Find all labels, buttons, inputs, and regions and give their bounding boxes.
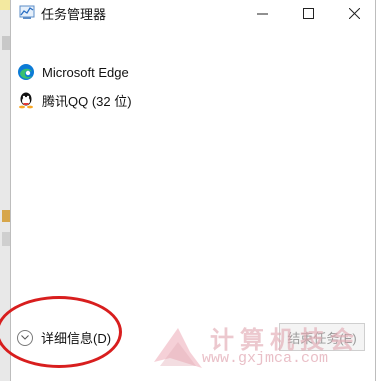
window-title: 任务管理器 bbox=[41, 7, 107, 22]
edge-icon bbox=[18, 64, 34, 80]
list-item-microsoft-edge[interactable]: Microsoft Edge bbox=[17, 60, 129, 84]
task-manager-window: 任务管理器 Microsoft Edge 腾讯QQ (32 位) 详细信息(D)… bbox=[10, 0, 376, 381]
background-fragment bbox=[2, 36, 10, 50]
end-task-button[interactable]: 结束任务(E) bbox=[279, 323, 365, 351]
background-fragment bbox=[2, 232, 10, 246]
chevron-down-icon bbox=[17, 329, 33, 346]
background-fragment bbox=[0, 0, 10, 10]
maximize-icon bbox=[302, 7, 314, 19]
minimize-icon bbox=[256, 13, 268, 14]
more-details-label: 详细信息(D) bbox=[41, 331, 112, 346]
list-item-tencent-qq[interactable]: 腾讯QQ (32 位) bbox=[17, 88, 132, 112]
qq-icon bbox=[19, 92, 33, 109]
maximize-button[interactable] bbox=[285, 0, 331, 26]
task-manager-icon bbox=[19, 5, 35, 19]
title-bar[interactable]: 任务管理器 bbox=[11, 0, 375, 26]
app-name: 腾讯QQ (32 位) bbox=[42, 93, 132, 109]
footer-bar: 详细信息(D) 结束任务(E) bbox=[11, 318, 375, 356]
desktop-background-strip bbox=[0, 0, 10, 381]
close-button[interactable] bbox=[331, 0, 377, 26]
more-details-button[interactable]: 详细信息(D) bbox=[17, 328, 111, 347]
background-fragment bbox=[2, 210, 10, 222]
minimize-button[interactable] bbox=[239, 0, 285, 26]
app-name: Microsoft Edge bbox=[42, 64, 129, 80]
close-icon bbox=[348, 7, 360, 19]
